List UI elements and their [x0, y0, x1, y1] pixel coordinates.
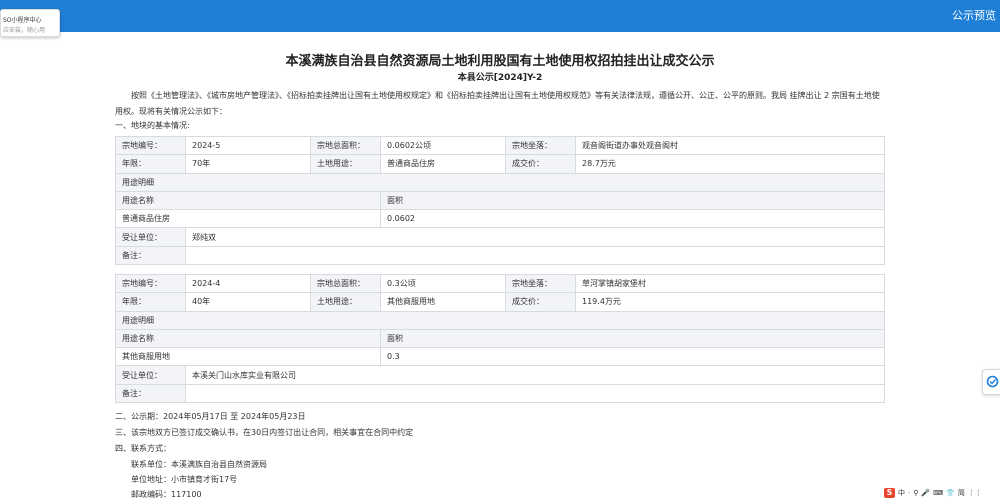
sogou-logo-icon: S [884, 488, 895, 498]
parcel-area: 0.3公顷 [380, 273, 506, 294]
label-parcel-no: 宗地编号： [115, 273, 186, 294]
parcel-price: 28.7万元 [575, 154, 885, 174]
table-row: 其他商服用地 0.3 [115, 347, 885, 367]
label-location: 宗地坐落： [505, 273, 576, 294]
label-price: 成交价： [505, 154, 576, 174]
ime-punctuation[interactable]: · [908, 489, 910, 497]
label-term: 年限： [115, 292, 186, 312]
table-row: 备注： [115, 245, 885, 266]
table-row: 年限： 70年 土地用途： 普通商品住房 成交价： 28.7万元 [115, 154, 885, 174]
table-row: 用途明细 [115, 172, 885, 192]
table-row: 受让单位： 郑纯双 [115, 227, 885, 247]
section-3-contract-note: 三、该宗地双方已签订成交确认书，在30日内签订出让合同，相关事宜在合同中约定 [115, 428, 414, 437]
remarks [185, 383, 885, 404]
intro-paragraph: 按照《土地管理法》、《城市房地产管理法》、《招标拍卖挂牌出让国有土地使用权规定》… [115, 91, 880, 116]
detail-name: 其他商服用地 [115, 347, 381, 367]
contact-postcode: 邮政编码：117100 [131, 490, 202, 499]
parcel-no: 2024-5 [185, 135, 311, 156]
contact-unit: 联系单位：本溪满族自治县自然资源局 [131, 460, 267, 469]
ime-simplified-toggle[interactable]: 简 [958, 488, 965, 498]
ime-search-icon[interactable]: ⚲ [913, 489, 918, 497]
label-total-area: 宗地总面积： [310, 135, 381, 156]
label-term: 年限： [115, 154, 186, 174]
table-row: 普通商品住房 0.0602 [115, 209, 885, 229]
ime-menu-icon[interactable]: ⋮⋮ [968, 489, 982, 497]
parcel-term: 70年 [185, 154, 311, 174]
parcel-use: 其他商服用地 [380, 292, 506, 312]
label-location: 宗地坐落： [505, 135, 576, 156]
page-subtitle: 本县公示[2024]Y-2 [457, 73, 543, 83]
parcel-table-1: 宗地编号： 2024-5 宗地总面积： 0.0602公顷 宗地坐落： 观音阁街道… [115, 135, 885, 266]
use-detail-header: 用途明细 [115, 172, 885, 192]
table-row: 备注： [115, 383, 885, 404]
section-1-heading: 一、地块的基本情况: [115, 121, 190, 130]
table-row: 宗地编号： 2024-4 宗地总面积： 0.3公顷 宗地坐落： 草河掌镇胡家堡村 [115, 273, 885, 294]
table-row: 用途名称 面积 [115, 328, 885, 349]
preview-label: 公示预览 [952, 9, 996, 22]
ime-skin-icon[interactable]: 👕 [946, 489, 955, 497]
area-header: 面积 [380, 328, 885, 349]
contact-address: 单位地址：小市镇育才街17号 [131, 475, 238, 484]
section-2-publicity-period: 二、公示期：2024年05月17日 至 2024年05月23日 [115, 412, 306, 421]
table-row: 用途明细 [115, 310, 885, 330]
parcel-term: 40年 [185, 292, 311, 312]
table-row: 用途名称 面积 [115, 190, 885, 211]
table-row: 宗地编号： 2024-5 宗地总面积： 0.0602公顷 宗地坐落： 观音阁街道… [115, 135, 885, 156]
table-row: 年限： 40年 土地用途： 其他商服用地 成交价： 119.4万元 [115, 292, 885, 312]
table-row: 受让单位： 本溪关门山水库实业有限公司 [115, 365, 885, 385]
parcel-no: 2024-4 [185, 273, 311, 294]
parcel-area: 0.0602公顷 [380, 135, 506, 156]
section-4-contact-heading: 四、联系方式： [115, 444, 171, 453]
label-remarks: 备注： [115, 383, 186, 404]
ime-toolbar[interactable]: S 中 · ⚲ 🎤 ⌨ 👕 简 ⋮⋮ [884, 487, 982, 499]
detail-area: 0.0602 [380, 209, 885, 229]
buyer: 郑纯双 [185, 227, 885, 247]
parcel-table-2: 宗地编号： 2024-4 宗地总面积： 0.3公顷 宗地坐落： 草河掌镇胡家堡村… [115, 273, 885, 404]
area-header: 面积 [380, 190, 885, 211]
label-price: 成交价： [505, 292, 576, 312]
use-name-header: 用途名称 [115, 190, 381, 211]
popup-subtitle: 应安装，随心用 [3, 27, 46, 34]
label-buyer: 受让单位： [115, 365, 186, 385]
refresh-icon [986, 375, 999, 388]
parcel-location: 观音阁街道办事处观音阁村 [575, 135, 885, 156]
top-bar: 公示预览 [0, 0, 1000, 32]
detail-area: 0.3 [380, 347, 885, 367]
use-name-header: 用途名称 [115, 328, 381, 349]
label-land-use: 土地用途： [310, 154, 381, 174]
buyer: 本溪关门山水库实业有限公司 [185, 365, 885, 385]
ime-keyboard-icon[interactable]: ⌨ [933, 489, 943, 497]
label-total-area: 宗地总面积： [310, 273, 381, 294]
detail-name: 普通商品住房 [115, 209, 381, 229]
label-remarks: 备注： [115, 245, 186, 266]
label-parcel-no: 宗地编号： [115, 135, 186, 156]
popup-title: SO小程序中心 [3, 17, 42, 24]
ime-lang-toggle[interactable]: 中 [898, 488, 905, 498]
parcel-price: 119.4万元 [575, 292, 885, 312]
mini-program-popup[interactable]: SO小程序中心 应安装，随心用 [0, 9, 60, 37]
floating-side-button[interactable] [982, 369, 1000, 395]
remarks [185, 245, 885, 266]
ime-mic-icon[interactable]: 🎤 [921, 489, 930, 497]
use-detail-header: 用途明细 [115, 310, 885, 330]
label-land-use: 土地用途： [310, 292, 381, 312]
parcel-use: 普通商品住房 [380, 154, 506, 174]
parcel-location: 草河掌镇胡家堡村 [575, 273, 885, 294]
page-title: 本溪满族自治县自然资源局土地利用股国有土地使用权招拍挂出让成交公示 [285, 54, 715, 69]
label-buyer: 受让单位： [115, 227, 186, 247]
